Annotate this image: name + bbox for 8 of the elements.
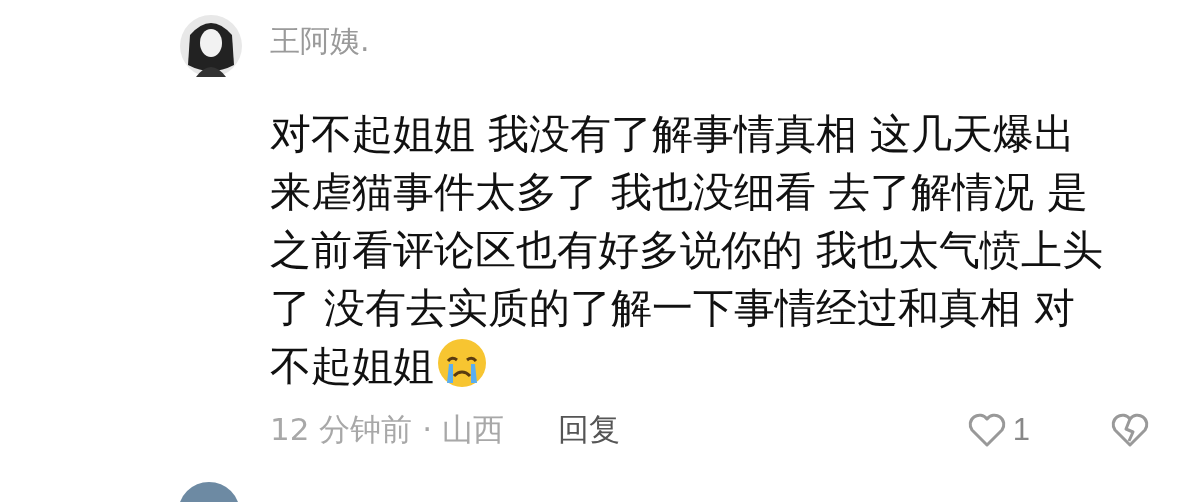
broken-heart-icon[interactable] <box>1110 412 1150 448</box>
crying-emoji-icon <box>436 337 488 389</box>
timestamp-location: 12 分钟前 · 山西 <box>270 410 504 449</box>
username[interactable]: 王阿姨. <box>270 21 1150 61</box>
avatar-icon[interactable] <box>180 15 242 77</box>
comment-text: 对不起姐姐 我没有了解事情真相 这几天爆出来虐猫事件太多了 我也没细看 去了解情况 是之前看评论区也有好多说你的 我也太气愤上头了 没有去实质的了解一下事情经过和真相 对不起姐姐 <box>270 109 1105 392</box>
reply-button[interactable]: 回复 <box>557 409 620 451</box>
like-button[interactable]: 1 <box>966 412 1030 448</box>
